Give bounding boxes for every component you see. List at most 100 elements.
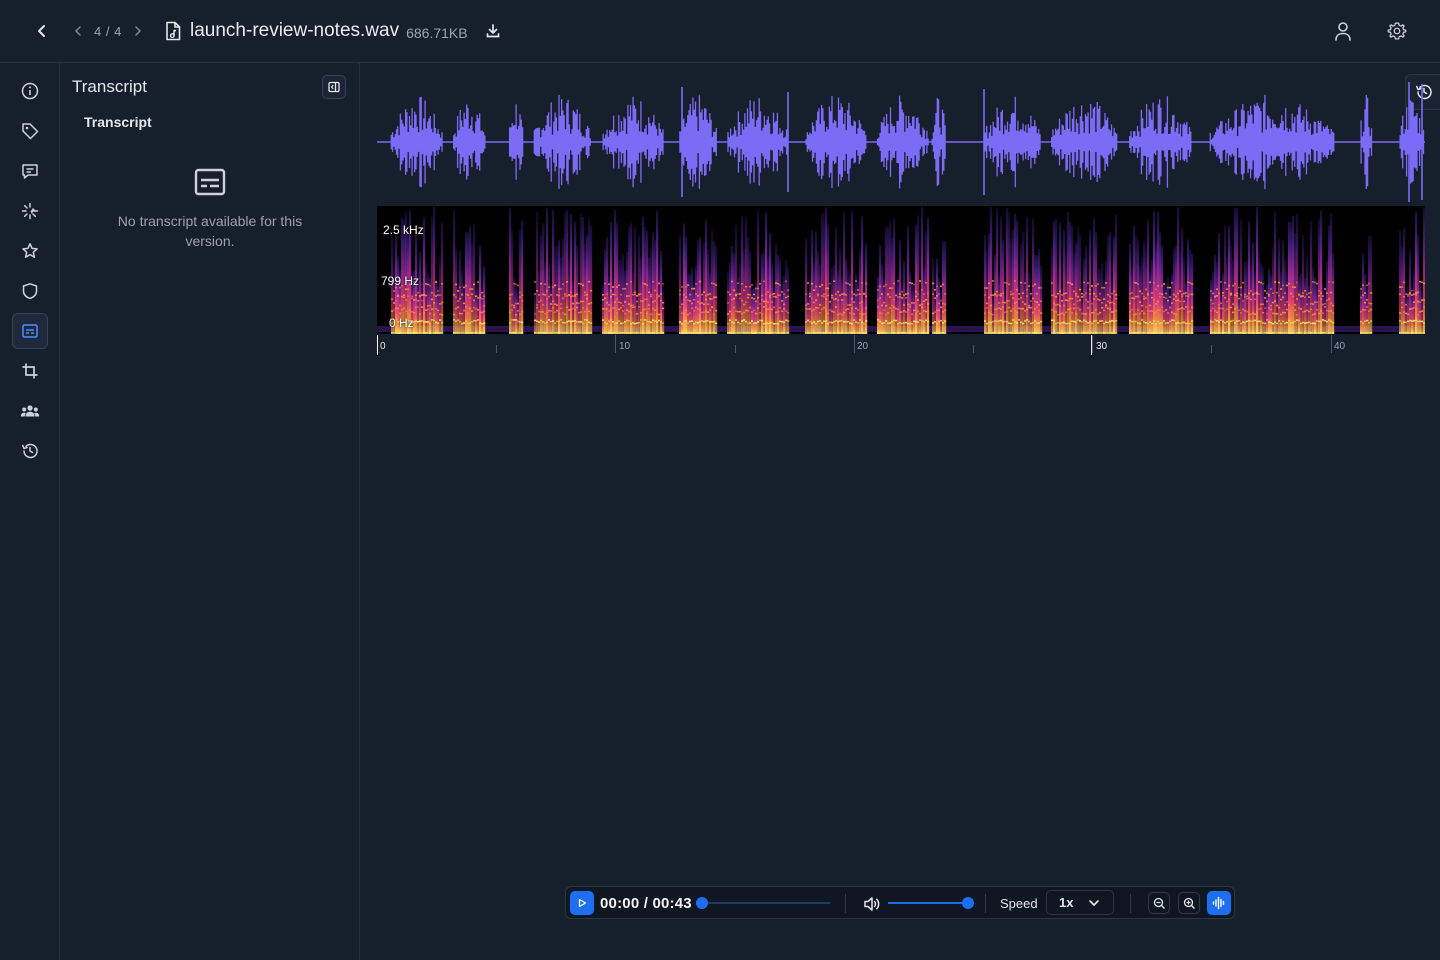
back-button[interactable] <box>30 19 54 43</box>
seek-handle[interactable] <box>696 897 708 909</box>
empty-state: No transcript available for this version… <box>60 167 360 251</box>
mute-button[interactable] <box>861 893 883 915</box>
spectrogram-harmonic <box>634 291 637 294</box>
sidebar-item-security[interactable] <box>12 273 48 309</box>
spectrogram-harmonic <box>429 284 432 287</box>
sidebar-item-favorites[interactable] <box>12 233 48 269</box>
volume-handle[interactable] <box>962 897 974 909</box>
waveform-toggle-button[interactable] <box>1207 891 1231 915</box>
playhead[interactable] <box>377 335 378 355</box>
spectrogram-harmonic <box>391 332 394 334</box>
page-indicator: 4 / 4 <box>94 23 122 39</box>
seek-slider[interactable] <box>696 897 830 909</box>
spectrogram-harmonic <box>851 322 854 325</box>
user-profile-button[interactable] <box>1330 18 1356 44</box>
spectrogram-harmonic <box>646 320 649 323</box>
spectrogram-harmonic <box>1053 319 1056 322</box>
spectrogram[interactable]: 2.5 kHz 799 Hz 0 Hz <box>377 206 1425 334</box>
spectrogram-harmonic <box>1228 332 1231 334</box>
spectrogram-harmonic <box>1360 288 1363 290</box>
spectrogram-harmonic <box>1264 290 1267 292</box>
spectrogram-harmonic <box>1417 320 1420 323</box>
speed-select[interactable]: 1x <box>1046 890 1114 915</box>
spectrogram-column <box>731 246 734 334</box>
spectrogram-harmonic <box>1157 309 1160 311</box>
spectrogram-harmonic <box>610 332 613 334</box>
volume-slider[interactable] <box>888 897 974 909</box>
spectrogram-harmonic <box>1314 332 1317 334</box>
spectrogram-harmonic <box>1057 332 1060 334</box>
spectrogram-harmonic <box>1105 306 1108 308</box>
settings-button[interactable] <box>1384 18 1410 44</box>
spectrogram-harmonic <box>1234 283 1237 285</box>
spectrogram-harmonic <box>521 311 524 313</box>
download-button[interactable] <box>482 20 504 42</box>
spectrogram-harmonic <box>1328 310 1331 312</box>
spectrogram-harmonic <box>859 332 862 334</box>
spectrogram-harmonic <box>1403 332 1406 334</box>
spectrogram-harmonic <box>1181 332 1184 334</box>
spectrogram-harmonic <box>1185 292 1188 294</box>
spectrogram-column <box>855 273 858 334</box>
spectrogram-column <box>683 223 686 334</box>
spectrogram-harmonic <box>632 293 635 296</box>
spectrogram-column <box>1000 216 1003 334</box>
spectrogram-harmonic <box>1183 300 1186 303</box>
spectrogram-column <box>777 254 780 334</box>
collapse-panel-button[interactable] <box>322 75 346 99</box>
spectrogram-harmonic <box>711 320 714 323</box>
sidebar-item-history[interactable] <box>12 433 48 469</box>
sidebar-item-info[interactable] <box>12 73 48 109</box>
spectrogram-harmonic <box>1145 288 1148 291</box>
spectrogram-harmonic <box>1280 332 1283 334</box>
spectrogram-harmonic <box>705 298 708 301</box>
spectrogram-column <box>1077 227 1080 334</box>
spectrogram-harmonic <box>763 332 766 334</box>
spectrogram-harmonic <box>419 320 422 323</box>
spectrogram-harmonic <box>727 291 730 293</box>
spectrogram-column <box>1228 225 1231 334</box>
spectrogram-harmonic <box>632 332 635 334</box>
spectrogram-harmonic <box>1159 322 1162 325</box>
spectrogram-harmonic <box>1028 285 1031 287</box>
spectrogram-harmonic <box>1129 310 1132 313</box>
spectrogram-harmonic <box>397 294 400 297</box>
next-file-button[interactable] <box>128 19 148 43</box>
sidebar-item-tags[interactable] <box>12 113 48 149</box>
sidebar-item-transcript[interactable] <box>12 313 48 349</box>
zoom-in-button[interactable] <box>1178 892 1200 914</box>
spectrogram-harmonic <box>1234 321 1237 324</box>
spectrogram-harmonic <box>1181 293 1184 296</box>
spectrogram-harmonic <box>1318 289 1321 292</box>
spectrogram-harmonic <box>1036 301 1039 304</box>
sidebar-item-comments[interactable] <box>12 153 48 189</box>
spectrogram-harmonic <box>439 332 442 334</box>
sidebar-item-people[interactable] <box>12 393 48 429</box>
spectrogram-harmonic <box>1081 296 1084 298</box>
spectrogram-harmonic <box>1034 320 1037 322</box>
sidebar-item-crop[interactable] <box>12 353 48 389</box>
spectrogram-harmonic <box>1032 285 1035 287</box>
spectrogram-harmonic <box>1290 322 1293 324</box>
spectrogram-harmonic <box>630 280 633 283</box>
spectrogram-harmonic <box>819 304 822 306</box>
spectrogram-column <box>1242 288 1245 334</box>
previous-file-button[interactable] <box>68 19 88 43</box>
tab-transcript[interactable]: Transcript <box>84 114 152 130</box>
spectrogram-harmonic <box>811 310 814 312</box>
play-button[interactable] <box>570 891 594 915</box>
download-icon <box>486 24 499 38</box>
timeline[interactable]: 0 10 20 30 40 <box>377 335 1425 357</box>
sidebar-item-ai[interactable] <box>12 193 48 229</box>
spectrogram-harmonic <box>1292 322 1295 324</box>
spectrogram-harmonic <box>739 332 742 334</box>
waveform[interactable] <box>377 80 1425 204</box>
spectrogram-harmonic <box>534 281 537 283</box>
spectrogram-harmonic <box>759 303 762 305</box>
spectrogram-harmonic <box>1187 311 1190 313</box>
zoom-out-button[interactable] <box>1148 892 1170 914</box>
spectrogram-harmonic <box>624 320 627 323</box>
spectrogram-harmonic <box>477 332 480 334</box>
spectrogram-harmonic <box>1250 332 1253 334</box>
spectrogram-harmonic <box>648 332 651 334</box>
